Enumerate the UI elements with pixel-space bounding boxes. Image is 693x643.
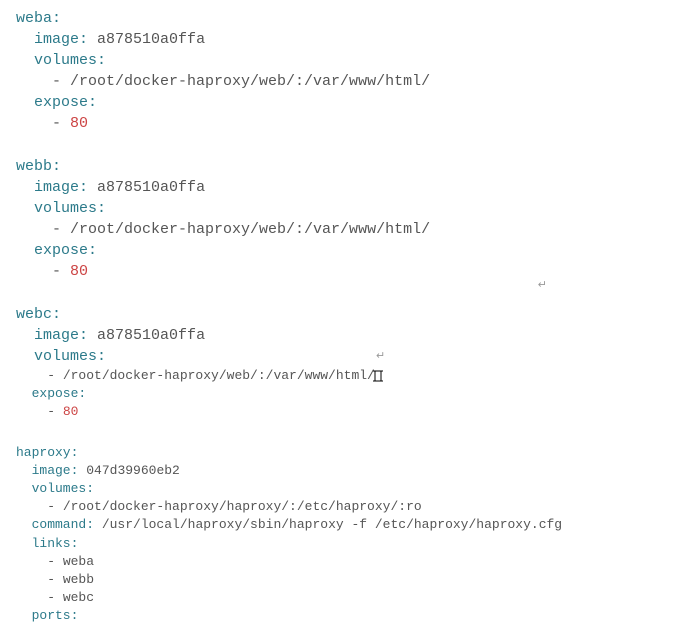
volume-item: - /root/docker-haproxy/web/:/var/www/htm…	[16, 367, 677, 385]
dash-icon: -	[47, 572, 63, 587]
service-haproxy: haproxy: image: 047d39960eb2 volumes: - …	[16, 444, 677, 626]
image-line: image: 047d39960eb2	[16, 462, 677, 480]
dash-icon: -	[47, 590, 63, 605]
expose-key-line: expose:	[16, 240, 677, 261]
link-item: - webc	[16, 589, 677, 607]
volumes-key-line: volumes:	[16, 50, 677, 71]
dash-icon: -	[47, 368, 63, 383]
dash-icon: -	[47, 499, 63, 514]
command-line: command: /usr/local/haproxy/sbin/haproxy…	[16, 516, 677, 534]
dash-icon: -	[47, 404, 63, 419]
return-icon: ↵	[376, 350, 385, 365]
service-webc: webc: image: a878510a0ffa volumes:↵ - /r…	[16, 304, 677, 422]
volume-item: - /root/docker-haproxy/web/:/var/www/htm…	[16, 71, 677, 92]
service-name-line: webb:	[16, 156, 677, 177]
volumes-key-line: volumes:	[16, 198, 677, 219]
link-item: - webb	[16, 571, 677, 589]
service-weba: weba: image: a878510a0ffa volumes: - /ro…	[16, 8, 677, 134]
service-name-line: weba:	[16, 8, 677, 29]
service-name-line: haproxy:	[16, 444, 677, 462]
image-line: image: a878510a0ffa	[16, 29, 677, 50]
dash-icon: -	[52, 221, 70, 238]
volumes-key-line: volumes:↵	[16, 346, 677, 367]
expose-item: - 80	[16, 261, 677, 282]
volumes-key-line: volumes:	[16, 480, 677, 498]
dash-icon: -	[47, 554, 63, 569]
expose-key-line: expose:	[16, 92, 677, 113]
volume-item: - /root/docker-haproxy/haproxy/:/etc/hap…	[16, 498, 677, 516]
image-line: image: a878510a0ffa	[16, 325, 677, 346]
service-name: webb	[16, 158, 52, 175]
expose-key-line: expose:	[16, 385, 677, 403]
expose-item: - 80	[16, 403, 677, 421]
expose-item: - 80	[16, 113, 677, 134]
service-name: haproxy	[16, 445, 71, 460]
return-icon: ↵	[538, 279, 547, 294]
service-name: webc	[16, 306, 52, 323]
service-name: weba	[16, 10, 52, 27]
dash-icon: -	[52, 73, 70, 90]
service-webb: webb: image: a878510a0ffa volumes: - /ro…	[16, 156, 677, 282]
service-name-line: webc:	[16, 304, 677, 325]
link-item: - weba	[16, 553, 677, 571]
links-key-line: links:	[16, 535, 677, 553]
image-line: image: a878510a0ffa	[16, 177, 677, 198]
volume-item: - /root/docker-haproxy/web/:/var/www/htm…	[16, 219, 677, 240]
dash-icon: -	[52, 115, 70, 132]
dash-icon: -	[52, 263, 70, 280]
